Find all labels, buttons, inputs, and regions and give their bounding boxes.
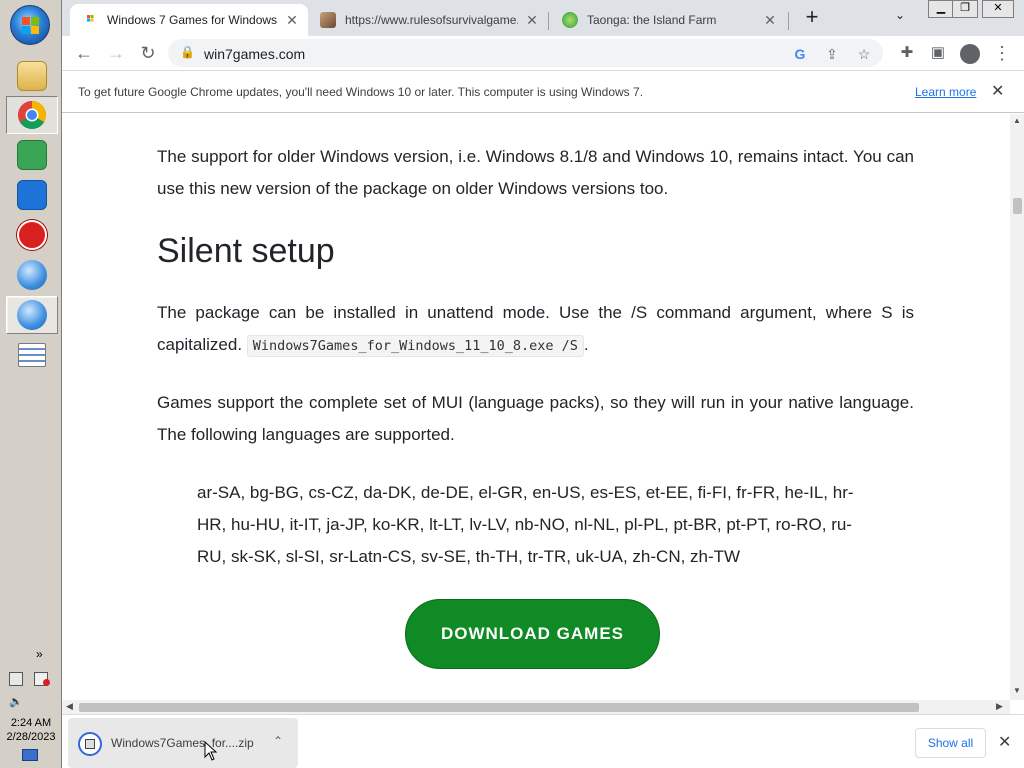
taskbar-calculator[interactable] (6, 136, 58, 174)
windows-favicon (87, 15, 94, 22)
list-icon (18, 343, 46, 367)
update-infobar: To get future Google Chrome updates, you… (62, 70, 1024, 113)
taskbar-chrome[interactable] (6, 96, 58, 134)
learn-more-link[interactable]: Learn more (915, 85, 976, 99)
back-icon[interactable]: ← (71, 40, 97, 66)
close-shelf-icon[interactable]: ✕ (998, 732, 1011, 752)
close-window-button[interactable]: ✕ (982, 0, 1014, 18)
side-panel-icon[interactable]: ▣ (925, 40, 951, 66)
game-avatar-favicon (320, 12, 336, 28)
chevron-up-icon[interactable]: ⌃ (273, 734, 283, 748)
clock-time: 2:24 AM (10, 717, 52, 729)
mouse-cursor-icon (204, 741, 218, 761)
power-icon (17, 220, 47, 250)
scroll-up-arrow-icon[interactable]: ▲ (1013, 116, 1021, 125)
menu-kebab-icon[interactable]: ⋮ (989, 40, 1015, 66)
bookmark-star-icon[interactable]: ☆ (856, 46, 872, 62)
tab-close-icon[interactable]: ✕ (762, 12, 778, 29)
taskbar-globe[interactable] (6, 256, 58, 294)
taonga-favicon (562, 12, 578, 28)
taskbar-file-explorer[interactable] (6, 57, 58, 95)
silent-setup-end: . (583, 335, 589, 354)
taskbar-app-blue[interactable] (6, 176, 58, 214)
tab-title: Taonga: the Island Farm (587, 13, 717, 27)
tab-title: Windows 7 Games for Windows 11, (107, 13, 278, 27)
start-button[interactable] (10, 5, 50, 45)
command-code: Windows7Games_for_Windows_11_10_8.exe /S (246, 335, 584, 357)
browser-window: Windows 7 Games for Windows 11, ✕ https:… (62, 0, 1024, 768)
taskbar: » 🔈 2:24 AM 2/28/2023 (0, 0, 62, 768)
paragraph-silent-setup: The package can be installed in unattend… (157, 297, 914, 362)
tab-windows7games[interactable]: Windows 7 Games for Windows 11, ✕ (70, 4, 308, 36)
url-text: win7games.com (204, 46, 306, 62)
calculator-icon (17, 140, 47, 170)
windows-flag-icon (22, 17, 40, 35)
languages-list: ar-SA, bg-BG, cs-CZ, da-DK, de-DE, el-GR… (197, 483, 854, 566)
download-file-name: Windows7Games_for....zip (111, 736, 254, 750)
volume-icon[interactable]: 🔈 (9, 696, 23, 708)
reload-icon[interactable]: ↻ (135, 40, 161, 66)
globe-icon-2 (17, 300, 47, 330)
show-desktop-icon[interactable] (22, 749, 38, 761)
show-all-button[interactable]: Show all (915, 728, 986, 758)
tray-expand-toggle[interactable]: » (36, 647, 43, 661)
minimize-button[interactable]: ▁ (928, 0, 954, 18)
restore-button[interactable]: ❐ (952, 0, 978, 18)
horizontal-scroll-thumb[interactable] (79, 703, 919, 712)
app-blue-icon (17, 180, 47, 210)
extensions-icon[interactable]: ✚ (894, 40, 920, 66)
share-icon[interactable]: ⇪ (824, 46, 840, 62)
tab-rulesofsurvival[interactable]: https://www.rulesofsurvivalgame.co ✕ (308, 4, 548, 36)
tab-strip: Windows 7 Games for Windows 11, ✕ https:… (62, 0, 1024, 36)
new-tab-button[interactable]: + (800, 6, 824, 30)
address-bar[interactable]: 🔒 win7games.com G ⇪ ☆ (168, 39, 883, 67)
tab-taonga[interactable]: Taonga: the Island Farm ✕ (550, 4, 786, 36)
paragraph-languages-intro: Games support the complete set of MUI (l… (157, 393, 914, 444)
vertical-scroll-thumb[interactable] (1013, 198, 1022, 214)
scroll-left-arrow-icon[interactable]: ◀ (66, 701, 73, 712)
tab-title: https://www.rulesofsurvivalgame.co (345, 13, 518, 27)
flag-error-icon (43, 679, 50, 686)
infobar-message: To get future Google Chrome updates, you… (78, 85, 644, 99)
scroll-down-arrow-icon[interactable]: ▼ (1013, 686, 1021, 695)
tab-separator (788, 12, 789, 30)
lock-icon[interactable]: 🔒 (180, 45, 195, 59)
tab-separator (548, 12, 549, 30)
system-tray: 🔈 (6, 670, 56, 708)
download-item[interactable]: Windows7Games_for....zip ⌃ (68, 718, 298, 768)
tab-close-icon[interactable]: ✕ (284, 12, 300, 29)
page-viewport[interactable]: The support for older Windows version, i… (62, 114, 1010, 700)
paragraph-compatibility: The support for older Windows version, i… (157, 147, 914, 198)
chrome-icon (18, 101, 46, 129)
profile-avatar-icon[interactable] (957, 40, 983, 66)
clock-date: 2/28/2023 (6, 731, 56, 743)
horizontal-scrollbar[interactable]: ◀ ▶ (62, 700, 1010, 714)
google-lens-icon[interactable]: G (792, 46, 808, 62)
tab-close-icon[interactable]: ✕ (524, 12, 540, 29)
globe-icon (17, 260, 47, 290)
heading-silent-setup: Silent setup (157, 232, 335, 270)
taskbar-power[interactable] (6, 216, 58, 254)
zip-file-icon (78, 732, 102, 756)
forward-icon[interactable]: → (103, 40, 129, 66)
taskbar-globe-2[interactable] (6, 296, 58, 334)
download-games-button[interactable]: DOWNLOAD GAMES (405, 599, 660, 669)
folder-icon (17, 61, 47, 91)
tab-search-chevron-icon[interactable]: ⌄ (895, 8, 905, 22)
vertical-scrollbar[interactable]: ▲ ▼ (1010, 114, 1024, 700)
scroll-right-arrow-icon[interactable]: ▶ (996, 701, 1003, 712)
browser-toolbar: ← → ↻ 🔒 win7games.com G ⇪ ☆ ✚ ▣ ⋮ (62, 36, 1024, 70)
infobar-close-icon[interactable]: ✕ (991, 81, 1004, 101)
system-clock[interactable]: 2:24 AM 2/28/2023 (0, 716, 62, 744)
taskbar-list[interactable] (6, 336, 58, 374)
network-icon[interactable] (9, 672, 23, 686)
